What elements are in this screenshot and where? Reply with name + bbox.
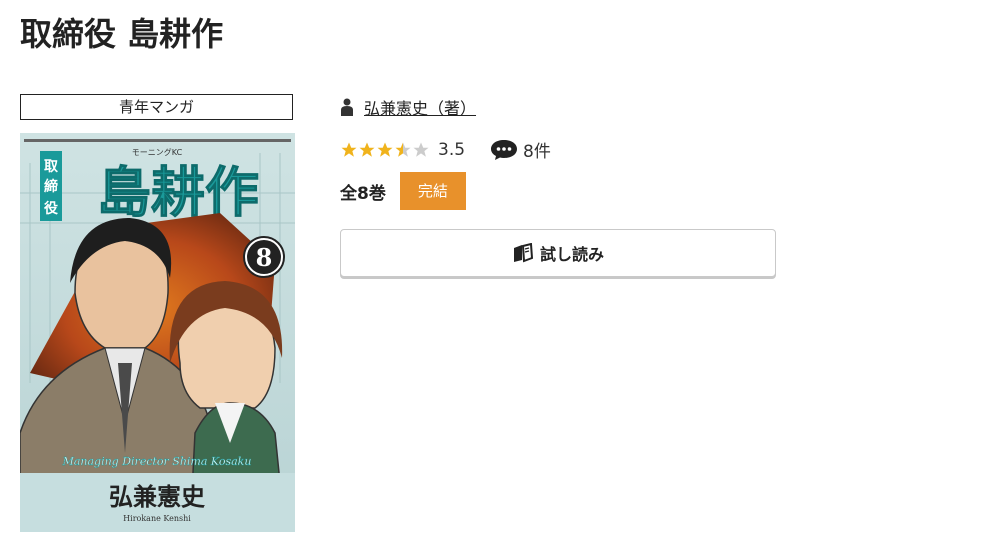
product-info: 弘兼憲史（著） 3.5 8件 全8巻 完結 試し読み bbox=[340, 94, 776, 277]
open-book-icon bbox=[512, 242, 534, 263]
svg-text:取: 取 bbox=[44, 159, 59, 175]
cover-author-jp: 弘兼憲史 bbox=[109, 482, 206, 511]
preview-button-label: 試し読み bbox=[539, 245, 604, 264]
star-rating bbox=[340, 141, 430, 159]
cover-author-roman: Hirokane Kenshi bbox=[123, 514, 191, 523]
rating-value: 3.5 bbox=[438, 139, 466, 160]
cover-subtitle-roman: Managing Director Shima Kosaku bbox=[62, 455, 252, 468]
star-full-icon bbox=[377, 142, 393, 157]
preview-button[interactable]: 試し読み bbox=[340, 229, 776, 277]
star-full-icon bbox=[341, 142, 357, 157]
author-link[interactable]: 弘兼憲史（著） bbox=[364, 95, 476, 119]
page-title: 取締役 島耕作 bbox=[20, 15, 224, 53]
product-page: 取締役 島耕作 青年マンガ モーニングKC 取 締 役 島耕作 8 Managi… bbox=[0, 0, 996, 555]
cover-series-label: モーニングKC bbox=[132, 147, 183, 157]
rating-row: 3.5 8件 bbox=[340, 137, 551, 162]
review-bubble-icon[interactable] bbox=[489, 138, 519, 162]
volumes-row: 全8巻 完結 bbox=[340, 172, 466, 210]
author-row: 弘兼憲史（著） bbox=[340, 94, 476, 120]
cover-title-large: 島耕作 bbox=[97, 161, 259, 224]
person-icon bbox=[340, 98, 354, 116]
svg-text:締: 締 bbox=[44, 178, 58, 195]
star-half-icon bbox=[395, 142, 411, 157]
genre-label[interactable]: 青年マンガ bbox=[20, 94, 293, 120]
cover-volume-number: 8 bbox=[256, 243, 273, 272]
svg-text:役: 役 bbox=[44, 200, 59, 217]
volume-count: 全8巻 bbox=[340, 183, 386, 204]
cover-image[interactable]: モーニングKC 取 締 役 島耕作 8 Managing Director Sh… bbox=[20, 133, 295, 532]
status-badge: 完結 bbox=[399, 172, 466, 210]
star-full-icon bbox=[359, 142, 375, 157]
review-count[interactable]: 8件 bbox=[523, 137, 551, 162]
star-empty-icon bbox=[413, 142, 429, 157]
